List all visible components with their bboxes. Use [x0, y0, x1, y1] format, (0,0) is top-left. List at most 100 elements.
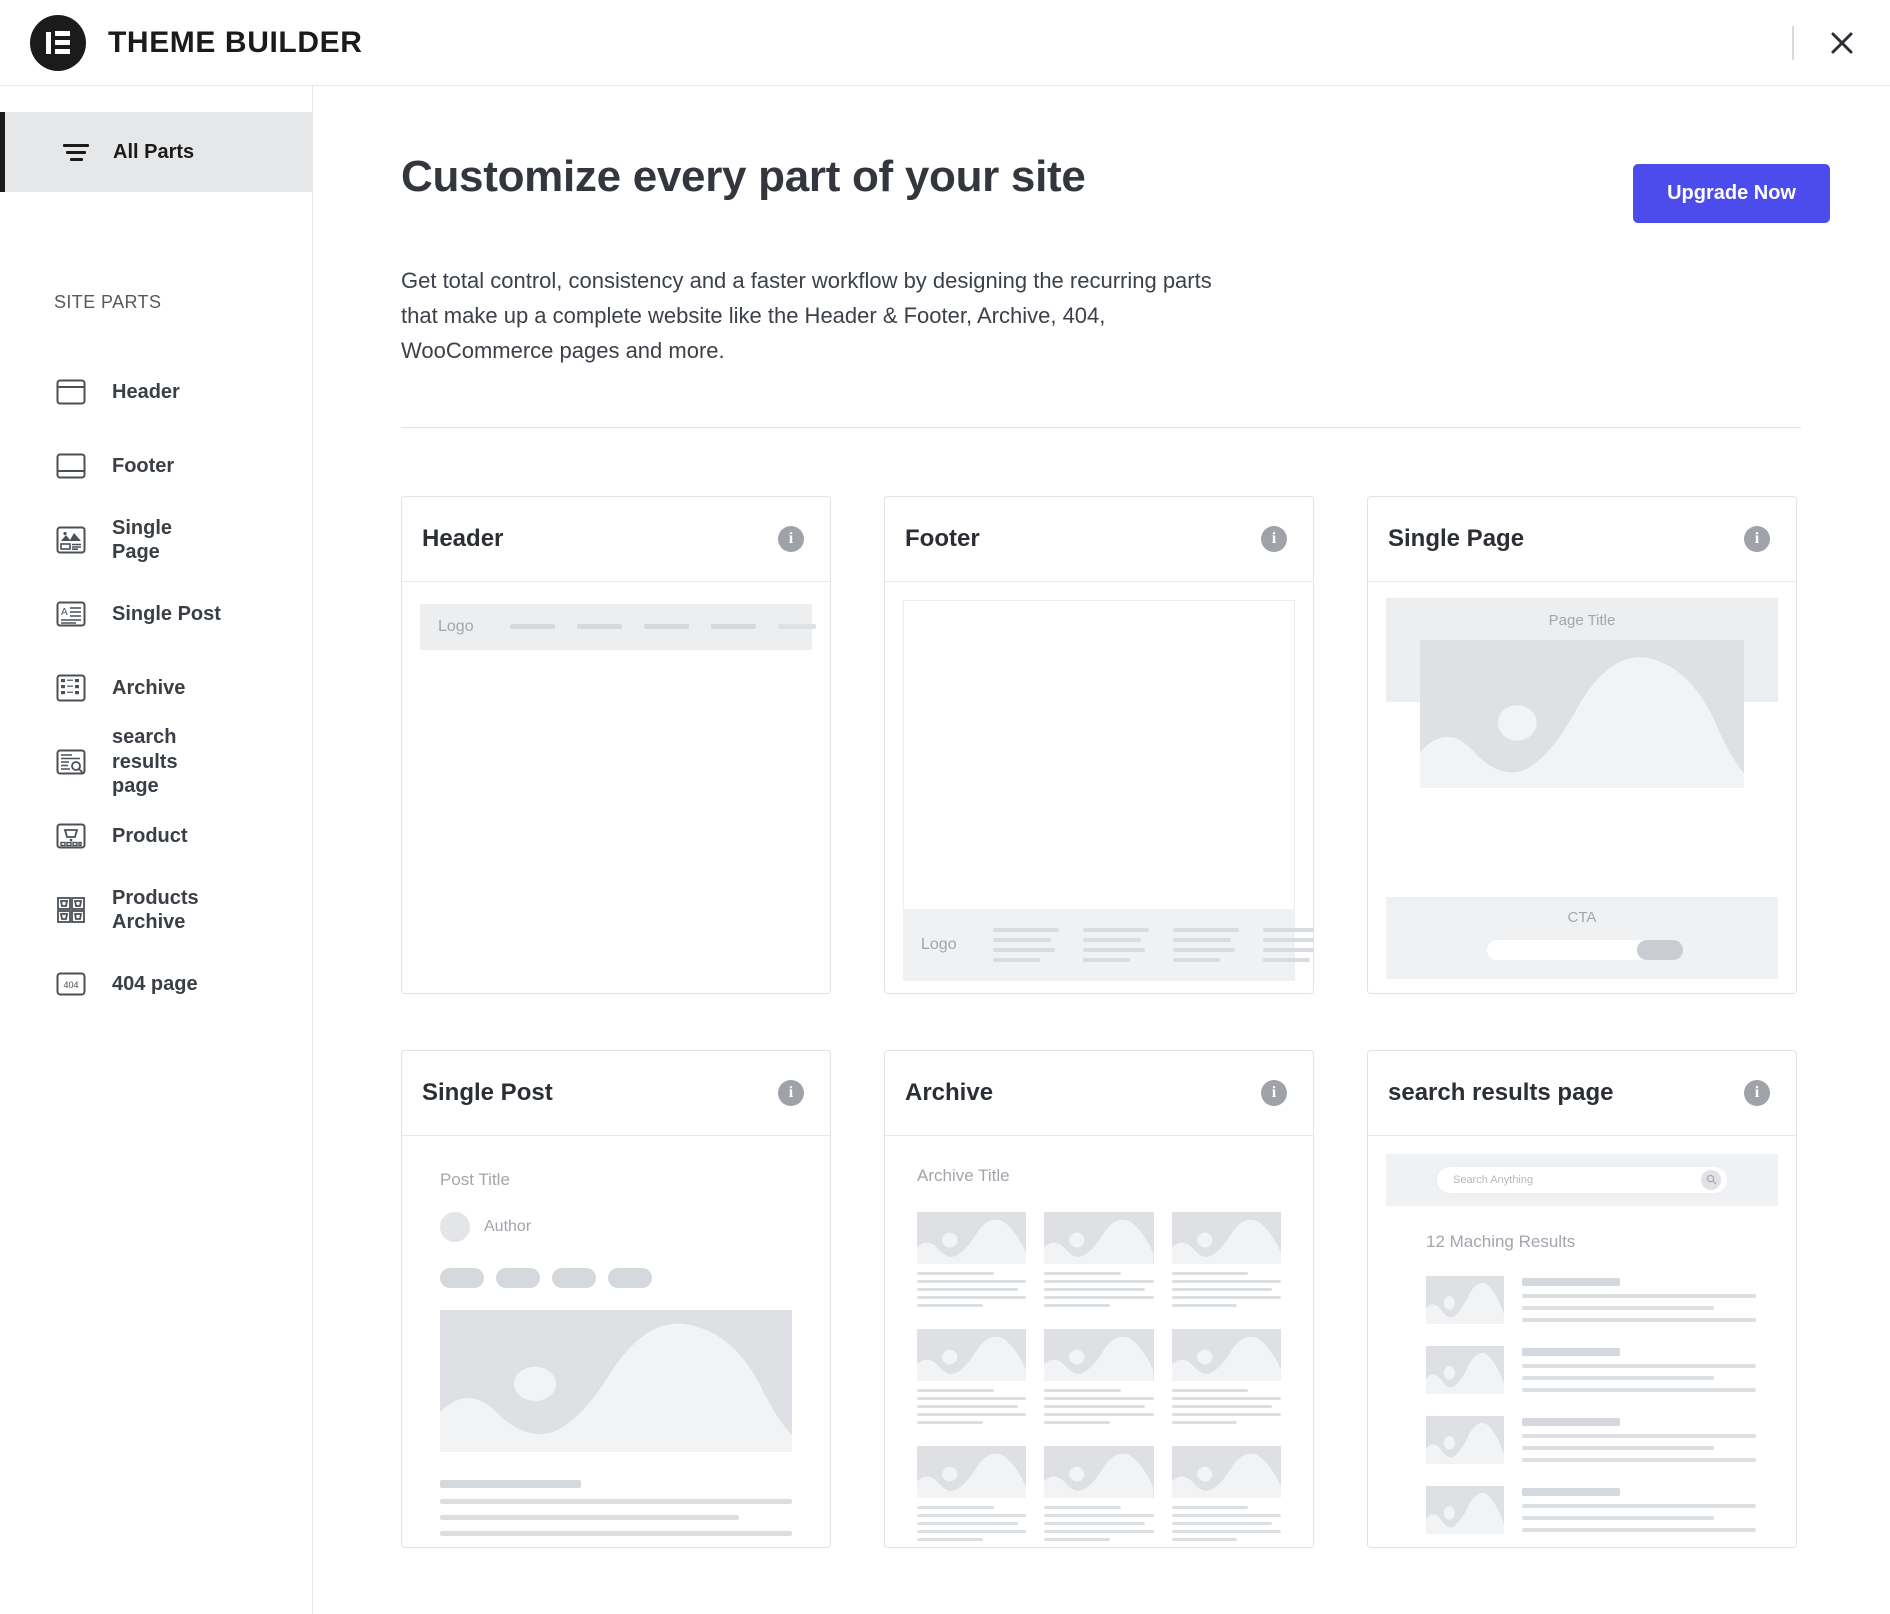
sidebar-item-products-archive[interactable]: Products Archive [0, 873, 312, 947]
preview-cta-section: CTA [1386, 897, 1778, 979]
card-title: Archive [905, 1079, 993, 1107]
sidebar-item-label: Single Post [112, 602, 221, 626]
card-header-bar: search results page i [1368, 1051, 1796, 1136]
preview-author: Author [440, 1212, 792, 1242]
top-bar-actions [1792, 0, 1864, 86]
app-title: THEME BUILDER [108, 26, 362, 60]
info-icon[interactable]: i [778, 526, 804, 552]
single-post-icon: A [54, 601, 88, 627]
card-title: Header [422, 525, 503, 553]
card-preview: Logo [402, 582, 830, 993]
card-archive[interactable]: Archive i Archive Title [884, 1050, 1314, 1548]
preview-search-bar: Search Anything [1386, 1154, 1778, 1206]
sidebar-item-label: Single Page [112, 516, 222, 565]
sidebar-item-single-post[interactable]: A Single Post [0, 577, 312, 651]
card-preview: Search Anything 12 Maching Results [1368, 1136, 1796, 1547]
divider [401, 427, 1801, 428]
preview-nav-items [510, 624, 816, 629]
preview-result-row [1426, 1276, 1756, 1324]
brand: THEME BUILDER [0, 15, 362, 71]
preview-archive-cell [917, 1329, 1026, 1424]
preview-search-input: Search Anything [1437, 1167, 1727, 1193]
top-bar: THEME BUILDER [0, 0, 1890, 86]
preview-result-row [1426, 1486, 1756, 1534]
page-title: Customize every part of your site [401, 152, 1086, 202]
sidebar-item-label: Product [112, 824, 188, 848]
card-single-page[interactable]: Single Page i Page Title [1367, 496, 1797, 994]
preview-post-title-label: Post Title [440, 1170, 792, 1190]
sidebar-item-archive[interactable]: Archive [0, 651, 312, 725]
elementor-logo-icon [30, 15, 86, 71]
card-title: Single Page [1388, 525, 1524, 553]
preview-cta-field [1487, 940, 1677, 960]
preview-tags [440, 1268, 792, 1288]
card-title: Single Post [422, 1079, 553, 1107]
card-single-post[interactable]: Single Post i Post Title Author [401, 1050, 831, 1548]
sidebar-item-404-page[interactable]: 404 404 page [0, 947, 312, 1021]
preview-archive-cell [1044, 1446, 1153, 1541]
search-results-icon [54, 749, 88, 775]
svg-text:A: A [61, 607, 68, 618]
divider [1792, 26, 1794, 60]
info-icon[interactable]: i [1744, 526, 1770, 552]
sidebar-item-label: Footer [112, 454, 174, 478]
info-icon[interactable]: i [1261, 526, 1287, 552]
preview-logo-label: Logo [921, 936, 957, 954]
preview-text-lines [440, 1480, 792, 1536]
card-footer[interactable]: Footer i Logo [884, 496, 1314, 994]
sidebar-item-header[interactable]: Header [0, 355, 312, 429]
app-shell: All Parts SITE PARTS Header Footer [0, 86, 1890, 1614]
card-preview: Page Title CTA [1368, 582, 1796, 993]
preview-archive-cell [1172, 1329, 1281, 1424]
sidebar-item-label: search results page [112, 725, 222, 798]
site-parts-card-grid: Header i Logo Footer i [401, 496, 1830, 1548]
sidebar: All Parts SITE PARTS Header Footer [0, 86, 313, 1614]
sidebar-item-search-results-page[interactable]: search results page [0, 725, 312, 799]
card-header[interactable]: Header i Logo [401, 496, 831, 994]
filter-icon [63, 144, 89, 161]
preview-image-placeholder [1420, 640, 1744, 788]
main-content: Customize every part of your site Upgrad… [313, 86, 1890, 1614]
upgrade-now-button[interactable]: Upgrade Now [1633, 164, 1830, 223]
header-layout-icon [54, 379, 88, 405]
preview-archive-cell [917, 1212, 1026, 1307]
close-icon[interactable] [1820, 21, 1864, 65]
card-preview: Post Title Author [402, 1136, 830, 1547]
card-search-results-page[interactable]: search results page i Search Anything [1367, 1050, 1797, 1548]
sidebar-item-all-parts[interactable]: All Parts [0, 112, 312, 192]
preview-search-placeholder: Search Anything [1453, 1174, 1533, 1186]
card-header-bar: Single Page i [1368, 497, 1796, 582]
main-header: Customize every part of your site Upgrad… [401, 152, 1830, 223]
sidebar-item-label: 404 page [112, 972, 198, 996]
preview-author-label: Author [484, 1218, 531, 1236]
card-header-bar: Footer i [885, 497, 1313, 582]
sidebar-item-single-page[interactable]: Single Page [0, 503, 312, 577]
card-preview: Archive Title [885, 1136, 1313, 1547]
single-page-icon [54, 526, 88, 554]
card-header-bar: Archive i [885, 1051, 1313, 1136]
preview-cta-label: CTA [1568, 909, 1597, 926]
preview-page-body [903, 600, 1295, 915]
sidebar-item-label: Products Archive [112, 886, 222, 935]
sidebar-nav-list: Header Footer Single [0, 355, 312, 1021]
card-preview: Logo [885, 582, 1313, 993]
preview-archive-cell [1172, 1212, 1281, 1307]
svg-text:404: 404 [63, 980, 78, 990]
preview-archive-grid [917, 1212, 1281, 1541]
preview-header-bar: Logo [420, 604, 812, 650]
sidebar-item-footer[interactable]: Footer [0, 429, 312, 503]
info-icon[interactable]: i [1744, 1080, 1770, 1106]
404-icon: 404 [54, 972, 88, 996]
card-title: Footer [905, 525, 980, 553]
sidebar-item-label: All Parts [113, 141, 194, 164]
preview-archive-cell [1172, 1446, 1281, 1541]
preview-footer-columns [993, 928, 1313, 962]
info-icon[interactable]: i [1261, 1080, 1287, 1106]
preview-page-body [420, 650, 812, 993]
preview-archive-cell [1044, 1329, 1153, 1424]
footer-layout-icon [54, 453, 88, 479]
preview-footer-bar: Logo [903, 909, 1295, 981]
info-icon[interactable]: i [778, 1080, 804, 1106]
sidebar-item-product[interactable]: Product [0, 799, 312, 873]
preview-archive-title-label: Archive Title [917, 1166, 1281, 1186]
